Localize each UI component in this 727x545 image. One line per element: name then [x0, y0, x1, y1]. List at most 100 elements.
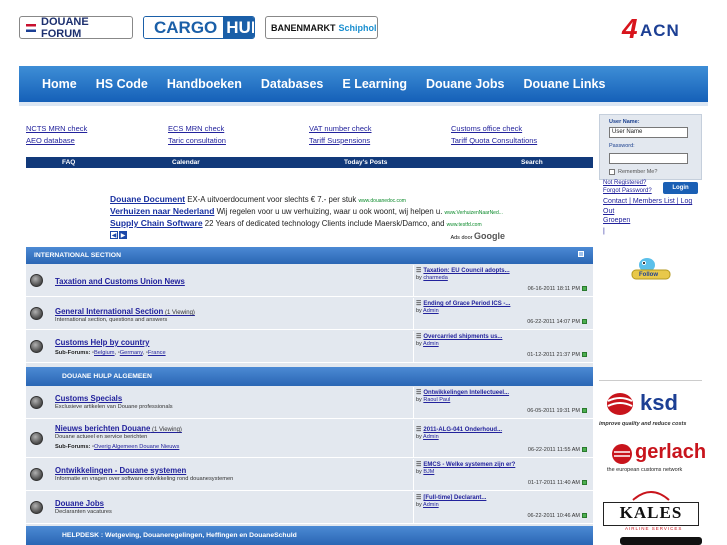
- forum-title-text[interactable]: General International Section: [55, 307, 163, 316]
- forum-description: Informatie en vragen over software ontwi…: [55, 476, 234, 482]
- ad-url[interactable]: www.testfd.com: [447, 222, 482, 228]
- username-input[interactable]: User Name: [609, 127, 688, 138]
- ad-row: Supply Chain Software 22 Years of dedica…: [110, 217, 507, 229]
- ad-title[interactable]: Verhuizen naar Nederland: [110, 206, 214, 216]
- section-header[interactable]: INTERNATIONAL SECTION: [26, 247, 593, 264]
- password-input[interactable]: [609, 153, 688, 164]
- last-post-user[interactable]: Admin: [423, 434, 439, 440]
- last-post-title[interactable]: 2011-ALG-041 Onderhoud...: [416, 426, 502, 433]
- last-post: Ontwikkelingen Intellectueel... by Raoul…: [413, 387, 591, 419]
- go-to-post-icon[interactable]: [582, 513, 587, 519]
- link-ecs-mrn[interactable]: ECS MRN check: [168, 124, 224, 133]
- ad-url[interactable]: www.douanedoc.com: [358, 198, 406, 204]
- link-vat-check[interactable]: VAT number check: [309, 124, 372, 133]
- forum-title-text[interactable]: Nieuws berichten Douane: [55, 424, 150, 433]
- sub-forum-overig[interactable]: Overig Algemeen Douane Nieuws: [94, 444, 179, 450]
- link-tariff-suspensions[interactable]: Tariff Suspensions: [309, 136, 370, 145]
- banenmarkt-logo[interactable]: BANENMARKT Schiphol: [265, 16, 378, 39]
- last-post-title[interactable]: Taxation: EU Council adopts...: [416, 267, 509, 274]
- douane-forum-logo[interactable]: DOUANE FORUM: [19, 16, 133, 40]
- nav-divider: [19, 102, 708, 106]
- last-post-user[interactable]: Admin: [423, 308, 439, 314]
- subnav-calendar[interactable]: Calendar: [172, 159, 200, 166]
- subnav-search[interactable]: Search: [521, 159, 543, 166]
- cargo-hub-logo[interactable]: CARGOHUB: [143, 16, 255, 39]
- last-post-user[interactable]: Raoul Paul: [423, 397, 450, 403]
- remember-label: Remember Me?: [618, 169, 658, 175]
- ksd-logo[interactable]: ksd improve quality and reduce costs: [597, 388, 705, 430]
- last-post: [Full-time] Declarant... by Admin 06-22-…: [413, 492, 591, 524]
- forum-title[interactable]: General International Section (1 Viewing…: [55, 307, 195, 316]
- gerlach-logo[interactable]: gerlach the european customs network: [597, 440, 706, 478]
- subnav-faq[interactable]: FAQ: [62, 159, 75, 166]
- ad-prev-icon[interactable]: ◀: [110, 231, 118, 239]
- collapse-icon[interactable]: [578, 251, 584, 257]
- forum-title[interactable]: Customs Help by country: [55, 338, 149, 347]
- go-to-post-icon[interactable]: [582, 447, 587, 453]
- link-ncts-mrn[interactable]: NCTS MRN check: [26, 124, 87, 133]
- go-to-post-icon[interactable]: [582, 480, 587, 486]
- nav-douane-links[interactable]: Douane Links: [523, 77, 605, 91]
- login-button[interactable]: Login: [663, 182, 698, 194]
- subnav-todays-posts[interactable]: Today's Posts: [344, 159, 387, 166]
- last-post-user[interactable]: BJM: [423, 469, 434, 475]
- sponsor-logo-partial[interactable]: [620, 537, 702, 545]
- forum-title[interactable]: Taxation and Customs Union News: [55, 277, 185, 286]
- last-post-title[interactable]: EMCS - Welke systemen zijn er?: [416, 461, 515, 468]
- ad-next-icon[interactable]: ▶: [119, 231, 127, 239]
- last-post-user[interactable]: Admin: [423, 502, 439, 508]
- last-post-user[interactable]: Admin: [423, 341, 439, 347]
- nav-e-learning[interactable]: E Learning: [342, 77, 407, 91]
- forum-row: Customs Help by country Sub-Forums: ▫Bel…: [26, 331, 593, 363]
- remember-me[interactable]: Remember Me?: [609, 169, 657, 175]
- last-post-by: by Raoul Paul: [416, 397, 450, 403]
- go-to-post-icon[interactable]: [582, 286, 587, 292]
- sub-forum-belgium[interactable]: Belgium: [94, 350, 115, 356]
- last-post-title[interactable]: Ending of Grace Period ICS -...: [416, 300, 510, 307]
- go-to-post-icon[interactable]: [582, 319, 587, 325]
- link-taric[interactable]: Taric consultation: [168, 136, 226, 145]
- link-customs-office[interactable]: Customs office check: [451, 124, 522, 133]
- nav-douane-jobs[interactable]: Douane Jobs: [426, 77, 505, 91]
- acn-logo[interactable]: 4 ACN: [622, 14, 700, 44]
- ad-title[interactable]: Supply Chain Software: [110, 218, 203, 228]
- last-post-date: 01-17-2011 11:40 AM: [528, 480, 587, 486]
- groepen-link[interactable]: Groepen: [603, 217, 630, 224]
- ad-url[interactable]: www.VerhuizenNaarNed...: [445, 210, 503, 216]
- forgot-password-link[interactable]: Forgot Password?: [603, 188, 652, 194]
- ad-title[interactable]: Douane Document: [110, 194, 185, 204]
- go-to-post-icon[interactable]: [582, 352, 587, 358]
- forum-title[interactable]: Nieuws berichten Douane (1 Viewing): [55, 424, 182, 433]
- forum-title[interactable]: Customs Specials: [55, 394, 122, 403]
- sub-forum-germany[interactable]: Germany: [120, 350, 143, 356]
- by-label: by: [416, 434, 422, 440]
- nav-databases[interactable]: Databases: [261, 77, 324, 91]
- nav-hs-code[interactable]: HS Code: [96, 77, 148, 91]
- last-post-user[interactable]: charmeda: [423, 275, 447, 281]
- remember-checkbox[interactable]: [609, 169, 615, 175]
- not-registered-link[interactable]: Not Registered?: [603, 180, 646, 186]
- forum-row: Ontwikkelingen - Douane systemen Informa…: [26, 459, 593, 491]
- last-post-title[interactable]: Overcarried shipments us...: [416, 333, 502, 340]
- forum-title[interactable]: Douane Jobs: [55, 499, 104, 508]
- last-post: EMCS - Welke systemen zijn er? by BJM 01…: [413, 459, 591, 491]
- kales-logo[interactable]: KALES AIRLINE SERVICES: [597, 488, 705, 532]
- section-header[interactable]: DOUANE HULP ALGEMEEN: [26, 367, 593, 386]
- forum-description: Exclusieve artikelen van Douane professi…: [55, 404, 173, 410]
- sub-forum-france[interactable]: France: [148, 350, 166, 356]
- last-post-title[interactable]: Ontwikkelingen Intellectueel...: [416, 389, 509, 396]
- ksd-tagline: improve quality and reduce costs: [599, 421, 687, 427]
- ads-by-google[interactable]: Ads door Google: [450, 231, 505, 241]
- forum-title[interactable]: Ontwikkelingen - Douane systemen: [55, 466, 186, 475]
- link-aeo-database[interactable]: AEO database: [26, 136, 75, 145]
- go-to-post-icon[interactable]: [582, 408, 587, 414]
- follow-twitter-badge[interactable]: Follow: [630, 255, 672, 285]
- last-post-title[interactable]: [Full-time] Declarant...: [416, 494, 486, 501]
- section-header[interactable]: HELPDESK : Wetgeving, Douaneregelingen, …: [26, 526, 593, 545]
- sub-forums-label: Sub-Forums:: [55, 350, 91, 356]
- link-tariff-quota[interactable]: Tariff Quota Consultations: [451, 136, 537, 145]
- user-links[interactable]: Contact | Members List | Log Out: [603, 197, 703, 217]
- nav-home[interactable]: Home: [42, 77, 77, 91]
- section-title: DOUANE HULP ALGEMEEN: [62, 373, 152, 380]
- nav-handboeken[interactable]: Handboeken: [167, 77, 242, 91]
